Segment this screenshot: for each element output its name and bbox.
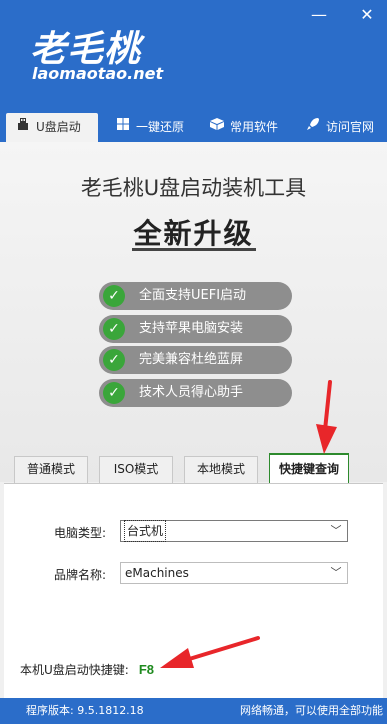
chevron-down-icon: ﹀: [330, 524, 342, 537]
nav-visit-website[interactable]: 访问官网: [296, 113, 384, 142]
usb-icon: [14, 113, 32, 142]
brand-label: 品牌名称:: [54, 568, 107, 582]
tab-hotkey-query[interactable]: 快捷键查询: [269, 453, 349, 483]
nav-usb-boot-label: U盘启动: [36, 120, 81, 134]
feature-text: 完美兼容杜绝蓝屏: [139, 352, 244, 367]
feature-pill: ✓ 全面支持UEFI启动: [99, 282, 292, 310]
check-icon: ✓: [103, 349, 125, 371]
feature-pill: ✓ 技术人员得心助手: [99, 379, 292, 407]
status-bar: 程序版本: 9.5.1812.18 网络畅通，可以使用全部功能: [0, 698, 387, 724]
check-icon: ✓: [103, 382, 125, 404]
hotkey-result: 本机U盘启动快捷键: F8: [20, 661, 154, 678]
logo-domain: laomaotao.net: [32, 64, 164, 83]
check-icon: ✓: [103, 285, 125, 307]
nav-one-key-restore[interactable]: 一键还原: [106, 113, 194, 142]
feature-text: 支持苹果电脑安装: [139, 321, 244, 336]
windows-icon: [114, 113, 132, 142]
tab-iso-mode[interactable]: ISO模式: [99, 456, 173, 483]
hotkey-label: 本机U盘启动快捷键:: [20, 663, 129, 677]
mode-tabs: 普通模式 ISO模式 本地模式 快捷键查询: [0, 453, 387, 483]
brand-value: eMachines: [125, 566, 189, 580]
chevron-down-icon: ﹀: [330, 566, 342, 579]
brand-select[interactable]: eMachines ﹀: [120, 562, 348, 584]
nav-common-software-label: 常用软件: [230, 120, 279, 134]
feature-pill: ✓ 完美兼容杜绝蓝屏: [99, 346, 292, 374]
hotkey-value: F8: [138, 662, 154, 677]
feature-pill: ✓ 支持苹果电脑安装: [99, 315, 292, 343]
tab-normal-mode[interactable]: 普通模式: [14, 456, 88, 483]
computer-type-select[interactable]: 台式机 ﹀: [120, 520, 348, 542]
computer-type-value: 台式机: [123, 520, 167, 542]
close-button[interactable]: ✕: [358, 6, 376, 24]
rocket-icon: [304, 113, 322, 142]
upgrade-headline: 全新升级: [133, 217, 254, 250]
nav-usb-boot[interactable]: U盘启动: [6, 113, 98, 142]
nav-visit-website-label: 访问官网: [326, 120, 375, 134]
nav-common-software[interactable]: 常用软件: [200, 113, 288, 142]
tab-local-mode[interactable]: 本地模式: [184, 456, 258, 483]
headline-underline: [132, 248, 256, 251]
version-text: 程序版本: 9.5.1812.18: [26, 704, 144, 717]
main-banner: 老毛桃U盘启动装机工具 全新升级 ✓ 全面支持UEFI启动 ✓ 支持苹果电脑安装…: [0, 142, 387, 482]
feature-text: 技术人员得心助手: [139, 385, 244, 400]
feature-text: 全面支持UEFI启动: [139, 288, 247, 303]
hotkey-query-panel: 电脑类型: 台式机 ﹀ 品牌名称: eMachines ﹀ 本机U盘启动快捷键:…: [4, 483, 383, 698]
network-status-text: 网络畅通，可以使用全部功能: [240, 704, 383, 717]
check-icon: ✓: [103, 318, 125, 340]
page-title: 老毛桃U盘启动装机工具: [80, 176, 307, 200]
app-header: 老毛桃 laomaotao.net — ✕: [0, 0, 387, 108]
minimize-button[interactable]: —: [310, 6, 328, 24]
nav-one-key-restore-label: 一键还原: [136, 120, 185, 134]
computer-type-label: 电脑类型:: [54, 526, 107, 540]
box-icon: [208, 113, 226, 142]
top-nav: U盘启动 一键还原 常用软件 访问官网: [0, 108, 387, 142]
